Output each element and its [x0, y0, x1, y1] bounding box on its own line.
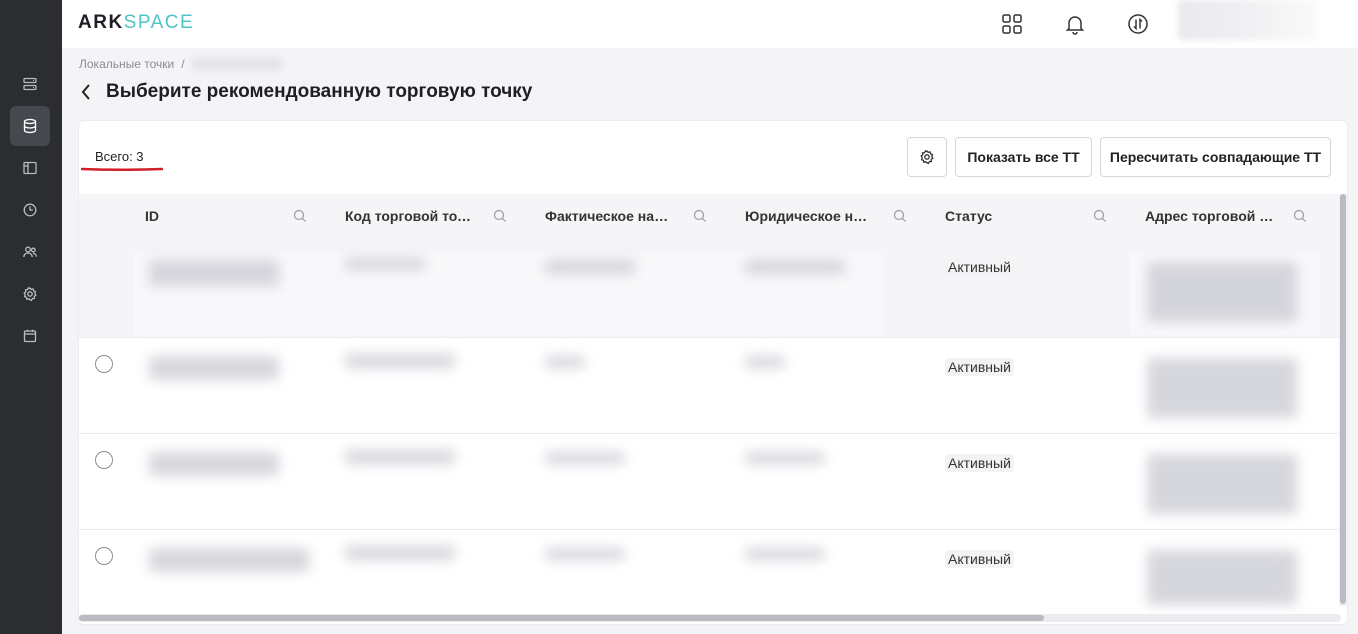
logo-part-2: SPACE — [123, 12, 195, 33]
recalculate-button[interactable]: Пересчитать совпадающие ТТ — [1100, 137, 1331, 177]
redacted-id — [149, 548, 309, 572]
sidebar — [0, 0, 62, 634]
breadcrumb-root-link[interactable]: Локальные точки — [79, 57, 174, 71]
sync-button[interactable] — [1126, 12, 1150, 36]
breadcrumb-separator: / — [181, 57, 185, 71]
sidebar-item-database[interactable] — [10, 106, 50, 146]
column-header-label: Код торговой точки — [345, 208, 475, 224]
redacted-code — [345, 450, 455, 464]
redacted-code — [345, 354, 455, 368]
app-logo[interactable]: ARKSPACE — [78, 12, 194, 34]
chevron-left-icon — [81, 84, 90, 100]
table-row-recommended[interactable]: Активный — [79, 238, 1339, 338]
redacted-address — [1147, 358, 1297, 418]
user-profile[interactable] — [1178, 0, 1318, 40]
database-icon — [23, 118, 37, 134]
redacted-actual-name — [545, 260, 635, 274]
redacted-legal-name — [745, 356, 785, 368]
annotation-underline — [81, 167, 163, 171]
search-icon[interactable] — [693, 209, 707, 223]
redacted-id — [149, 452, 279, 476]
gear-icon — [920, 149, 934, 165]
redacted-id — [149, 260, 279, 286]
column-header-label: Фактическое название — [545, 208, 675, 224]
status-badge: Активный — [945, 258, 1014, 276]
row-select-radio[interactable] — [95, 451, 113, 469]
table-header: ID Код торговой точки Фактическое назван… — [79, 194, 1339, 238]
top-bar: ARKSPACE — [62, 0, 1358, 48]
table-row[interactable]: Активный — [79, 530, 1339, 624]
column-header-label: Адрес торговой точки — [1145, 208, 1275, 224]
redacted-legal-name — [745, 452, 825, 464]
table-row[interactable]: Активный — [79, 338, 1339, 434]
redacted-address — [1147, 454, 1297, 514]
redacted-actual-name — [545, 548, 625, 560]
search-icon[interactable] — [893, 209, 907, 223]
column-header-id[interactable]: ID — [145, 194, 325, 238]
status-badge: Активный — [945, 550, 1014, 568]
bell-icon — [1065, 16, 1085, 35]
apps-grid-icon — [1002, 14, 1022, 34]
results-card: Всего: 3 Показать все ТТ Пересчитать сов… — [78, 120, 1348, 625]
row-select-radio[interactable] — [95, 547, 113, 565]
gear-icon — [23, 286, 37, 302]
column-header-actual-name[interactable]: Фактическое название — [545, 194, 725, 238]
breadcrumb: Локальные точки / — [79, 57, 282, 71]
column-header-status[interactable]: Статус — [945, 194, 1125, 238]
redacted-legal-name — [745, 260, 845, 274]
search-icon[interactable] — [293, 209, 307, 223]
sidebar-item-list[interactable] — [10, 64, 50, 104]
layout-icon — [23, 161, 37, 175]
redacted-actual-name — [545, 356, 585, 368]
row-select-radio[interactable] — [95, 355, 113, 373]
redacted-code — [345, 258, 425, 270]
column-header-label: Юридическое название — [745, 208, 875, 224]
sync-icon — [1128, 14, 1148, 34]
redacted-legal-name — [745, 548, 825, 560]
status-badge: Активный — [945, 454, 1014, 472]
page-title: Выберите рекомендованную торговую точку — [106, 81, 533, 102]
notifications-button[interactable] — [1063, 12, 1087, 36]
column-header-code[interactable]: Код торговой точки — [345, 194, 525, 238]
horizontal-scroll-thumb[interactable] — [79, 615, 1044, 621]
users-icon — [23, 246, 37, 258]
vertical-scroll-thumb[interactable] — [1340, 194, 1346, 604]
horizontal-scrollbar[interactable] — [79, 614, 1341, 622]
breadcrumb-current — [191, 57, 282, 71]
table-row[interactable]: Активный — [79, 434, 1339, 530]
logo-part-1: ARK — [78, 12, 124, 33]
total-count: Всего: 3 — [95, 149, 144, 164]
sidebar-item-layout[interactable] — [10, 148, 50, 188]
calendar-icon — [23, 329, 37, 343]
sidebar-item-users[interactable] — [10, 232, 50, 272]
redacted-address — [1147, 550, 1297, 605]
search-icon[interactable] — [493, 209, 507, 223]
back-button[interactable] — [80, 80, 100, 104]
page-header: Выберите рекомендованную торговую точку — [80, 80, 532, 104]
apps-button[interactable] — [1000, 12, 1024, 36]
sidebar-item-settings[interactable] — [10, 274, 50, 314]
redacted-address — [1147, 262, 1297, 322]
search-icon[interactable] — [1093, 209, 1107, 223]
vertical-scrollbar[interactable] — [1339, 194, 1347, 606]
redacted-code — [345, 546, 455, 560]
status-badge: Активный — [945, 358, 1014, 376]
column-header-label: Статус — [945, 208, 993, 224]
column-header-address[interactable]: Адрес торговой точки — [1145, 194, 1325, 238]
sidebar-item-history[interactable] — [10, 190, 50, 230]
column-header-label: ID — [145, 208, 159, 224]
table-settings-button[interactable] — [907, 137, 947, 177]
show-all-button[interactable]: Показать все ТТ — [955, 137, 1092, 177]
list-icon — [23, 77, 37, 91]
redacted-actual-name — [545, 452, 625, 464]
search-icon[interactable] — [1293, 209, 1307, 223]
clock-icon — [23, 203, 37, 217]
column-header-legal-name[interactable]: Юридическое название — [745, 194, 925, 238]
sidebar-item-calendar[interactable] — [10, 316, 50, 356]
redacted-id — [149, 356, 279, 380]
